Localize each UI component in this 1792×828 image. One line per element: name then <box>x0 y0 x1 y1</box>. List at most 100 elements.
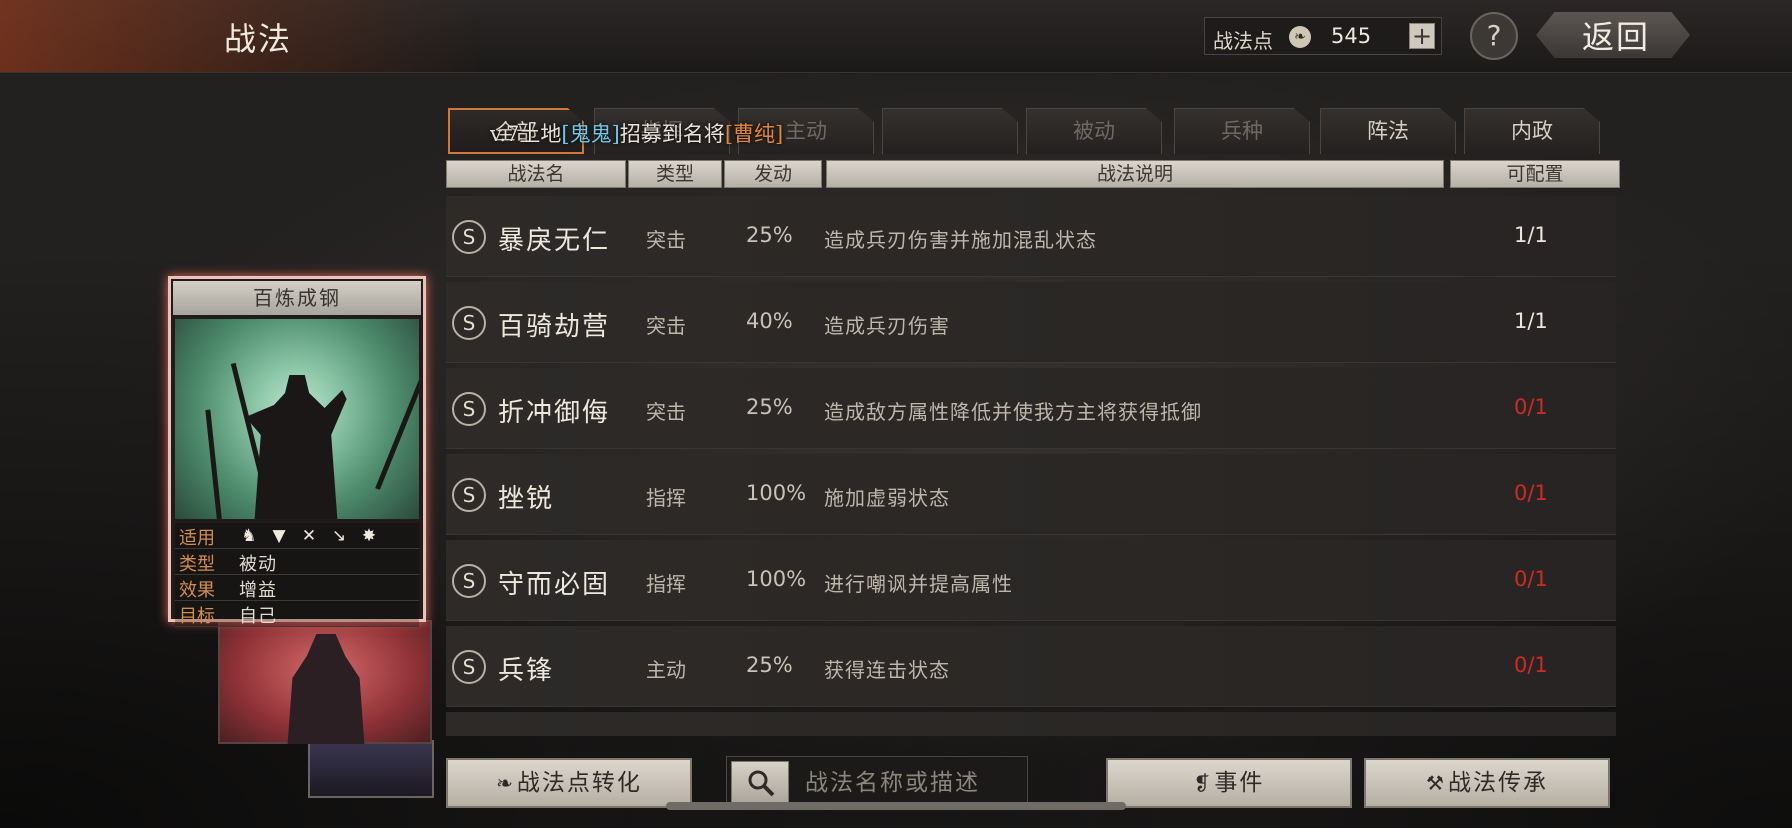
stat-value: 自己 <box>239 606 277 627</box>
tab-pursuit[interactable] <box>882 108 1018 154</box>
tab-troop-type[interactable]: 兵种 <box>1174 108 1310 154</box>
tactic-config-count: 0/1 <box>1514 653 1548 677</box>
tactic-type: 突击 <box>646 314 686 338</box>
stacked-card-back[interactable] <box>308 740 434 798</box>
tactic-description: 造成兵刃伤害 <box>824 314 950 338</box>
tactic-points-value: 545 <box>1331 24 1372 48</box>
tactic-rate: 25% <box>746 653 793 677</box>
grade-s-badge: S <box>452 392 486 426</box>
tactic-rate: 40% <box>746 309 793 333</box>
cavalry-icon: ♞ <box>241 526 257 546</box>
warrior-silhouette <box>245 375 347 519</box>
tactic-name: 百骑劫营 <box>498 312 611 342</box>
home-indicator[interactable] <box>666 802 1126 810</box>
tactic-description: 进行嘲讽并提高属性 <box>824 572 1013 596</box>
search-input[interactable] <box>803 765 1023 801</box>
tactic-description: 施加虚弱状态 <box>824 486 950 510</box>
stat-value: 增益 <box>239 580 277 601</box>
tactic-name: 守而必固 <box>498 570 611 600</box>
tab-passive[interactable]: 被动 <box>1026 108 1162 154</box>
spear-shape <box>205 409 226 519</box>
tactic-detail-card[interactable]: 百炼成钢 适用 ♞ ▼ ✕ ↘ ✸ 类型 被动 效果 增益 目标 自己 <box>168 276 426 627</box>
card-stats: 适用 ♞ ▼ ✕ ↘ ✸ 类型 被动 效果 增益 目标 自己 <box>175 523 419 627</box>
table-row[interactable]: S 折冲御侮 突击 25% 造成敌方属性降低并使我方主将获得抵御 0/1 <box>446 368 1616 449</box>
ticker-prefix: v.7土地 <box>490 122 562 146</box>
tactic-points-box: 战法点 ❧ 545 + <box>1204 17 1442 55</box>
page-title: 战法 <box>224 20 293 58</box>
convert-points-label: 战法点转化 <box>516 770 642 796</box>
tactic-type: 主动 <box>646 658 686 682</box>
events-button[interactable]: ❡事件 <box>1106 758 1352 808</box>
broadcast-ticker: v.7土地[鬼鬼]招募到名将[曹纯] <box>490 118 783 148</box>
alert-scroll-icon: ❡ <box>1193 771 1213 795</box>
stat-key: 效果 <box>179 580 215 601</box>
tactic-config-count: 0/1 <box>1514 567 1548 591</box>
tactic-config-count: 1/1 <box>1514 223 1548 247</box>
flame-coin-icon: ❧ <box>1289 26 1311 48</box>
search-button[interactable] <box>731 761 789 803</box>
tactic-type: 突击 <box>646 228 686 252</box>
grade-s-badge: S <box>452 478 486 512</box>
tactic-name: 挫锐 <box>498 484 555 514</box>
tactic-type: 指挥 <box>646 486 686 510</box>
stat-applicable: 适用 ♞ ▼ ✕ ↘ ✸ <box>175 523 419 549</box>
troop-icons: ♞ ▼ ✕ ↘ ✸ <box>239 526 389 545</box>
table-row[interactable] <box>446 712 1616 736</box>
header-trigger-rate[interactable]: 发动 <box>724 160 822 188</box>
hammer-icon: ⚒ <box>1426 771 1446 795</box>
card-artwork <box>175 319 419 519</box>
tactic-rate: 100% <box>746 481 807 505</box>
add-points-button[interactable]: + <box>1409 23 1435 49</box>
grade-s-badge: S <box>452 306 486 340</box>
grade-s-badge: S <box>452 650 486 684</box>
stat-key: 类型 <box>179 554 215 575</box>
header-description: 战法说明 <box>826 160 1444 188</box>
ticker-player: [鬼鬼] <box>561 122 620 146</box>
tactic-rate: 100% <box>746 567 807 591</box>
stat-type: 类型 被动 <box>175 549 419 575</box>
tactic-list: S 暴戾无仁 突击 25% 造成兵刃伤害并施加混乱状态 1/1 S 百骑劫营 突… <box>446 196 1616 736</box>
convert-points-button[interactable]: ❧战法点转化 <box>446 758 692 808</box>
search-icon <box>748 770 775 797</box>
tactic-description: 造成兵刃伤害并施加混乱状态 <box>824 228 1097 252</box>
tactic-name: 暴戾无仁 <box>498 226 611 256</box>
stacked-card[interactable] <box>218 620 432 744</box>
table-row[interactable]: S 守而必固 指挥 100% 进行嘲讽并提高属性 0/1 <box>446 540 1616 621</box>
tab-internal-affairs[interactable]: 内政 <box>1464 108 1600 154</box>
wheel-icon: ✸ <box>361 526 377 546</box>
flame-icon: ❧ <box>496 771 515 795</box>
tactic-description: 造成敌方属性降低并使我方主将获得抵御 <box>824 400 1202 424</box>
help-button[interactable]: ? <box>1470 12 1518 60</box>
header-configurable[interactable]: 可配置 <box>1450 160 1620 188</box>
grade-s-badge: S <box>452 220 486 254</box>
stat-value: 被动 <box>239 554 277 575</box>
tactic-config-count: 1/1 <box>1514 309 1548 333</box>
grade-s-badge: S <box>452 564 486 598</box>
header-type[interactable]: 类型 <box>628 160 722 188</box>
inherit-tactic-button[interactable]: ⚒战法传承 <box>1364 758 1610 808</box>
spear-icon: ↘ <box>331 526 347 546</box>
tactic-points-label: 战法点 <box>1213 29 1273 53</box>
header-tactic-name[interactable]: 战法名 <box>446 160 626 188</box>
tactic-name: 折冲御侮 <box>498 398 611 428</box>
stat-effect: 效果 增益 <box>175 575 419 601</box>
table-row[interactable]: S 百骑劫营 突击 40% 造成兵刃伤害 1/1 <box>446 282 1616 363</box>
tab-formation[interactable]: 阵法 <box>1320 108 1456 154</box>
tactic-rate: 25% <box>746 395 793 419</box>
tactic-config-count: 0/1 <box>1514 481 1548 505</box>
table-row[interactable]: S 兵锋 主动 25% 获得连击状态 0/1 <box>446 626 1616 707</box>
stat-key: 目标 <box>179 606 215 627</box>
tactic-type: 突击 <box>646 400 686 424</box>
table-row[interactable]: S 挫锐 指挥 100% 施加虚弱状态 0/1 <box>446 454 1616 535</box>
events-label: 事件 <box>1214 770 1265 796</box>
search-box <box>726 756 1028 808</box>
stat-key: 适用 <box>179 528 215 549</box>
back-button-label[interactable]: 返回 <box>1582 12 1650 58</box>
top-bar: 战法 战法点 ❧ 545 + ? 返回 <box>0 0 1792 73</box>
card-title: 百炼成钢 <box>173 281 421 315</box>
tactic-type: 指挥 <box>646 572 686 596</box>
ticker-general: [曹纯] <box>724 122 784 146</box>
tactic-description: 获得连击状态 <box>824 658 950 682</box>
table-row[interactable]: S 暴戾无仁 突击 25% 造成兵刃伤害并施加混乱状态 1/1 <box>446 196 1616 277</box>
bow-icon: ✕ <box>301 526 317 546</box>
